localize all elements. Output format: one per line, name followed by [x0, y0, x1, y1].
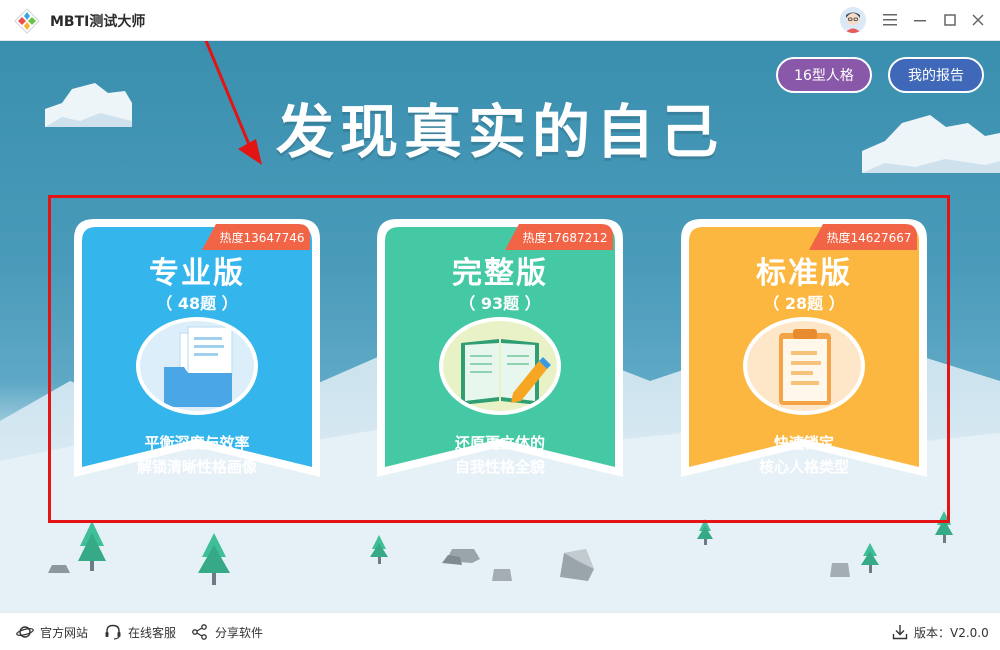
red-arrow-annotation	[204, 41, 262, 165]
main-panel: 发现真实的自己 16型人格 我的报告 热度13647746 专业版 （ 48题 …	[0, 41, 1000, 612]
card-complete[interactable]: 热度17687212 完整版 （ 93题 ） 还原更立体的 自我性格全貌	[377, 219, 623, 487]
footer-bar: 官方网站 在线客服 分享软件 版本：V2.0.0	[0, 612, 1000, 650]
card-icon-circle	[743, 317, 865, 415]
card-title: 标准版	[756, 256, 852, 291]
card-title: 完整版	[452, 256, 548, 291]
close-button[interactable]	[967, 9, 989, 31]
card-question-count: （ 93题 ）	[459, 294, 541, 313]
menu-button[interactable]	[879, 9, 901, 31]
heat-badge: 热度14627667	[809, 224, 917, 250]
card-professional[interactable]: 热度13647746 专业版 （ 48题 ） 平衡深度与效率 解锁清晰性格画像	[74, 219, 320, 487]
app-title: MBTI测试大师	[50, 14, 146, 30]
page-headline: 发现真实的自己	[275, 98, 724, 166]
minimize-icon	[914, 20, 926, 22]
avatar-face-icon	[840, 7, 866, 33]
headset-icon	[105, 624, 121, 640]
minimize-button[interactable]	[909, 9, 931, 31]
close-icon	[972, 14, 984, 26]
card-standard[interactable]: 热度14627667 标准版 （ 28题 ） 快速锁定 核心人格类型	[681, 219, 927, 487]
user-avatar[interactable]	[840, 7, 866, 33]
clipboard-icon	[779, 329, 831, 405]
card-question-count: （ 28题 ）	[763, 294, 845, 313]
card-description: 还原更立体的 自我性格全貌	[454, 434, 545, 476]
share-software-link[interactable]: 分享软件	[191, 623, 263, 641]
card-description: 快速锁定 核心人格类型	[758, 434, 849, 476]
folder-documents-icon	[164, 326, 233, 407]
card-question-count: （ 48题 ）	[156, 294, 238, 313]
heat-badge: 热度13647746	[202, 224, 310, 250]
download-icon	[892, 625, 908, 640]
official-website-link[interactable]: 官方网站	[16, 623, 88, 641]
my-report-button[interactable]: 我的报告	[888, 57, 984, 93]
card-title: 专业版	[149, 256, 245, 291]
card-icon-circle	[136, 317, 258, 415]
share-icon	[192, 624, 207, 640]
card-icon-circle	[439, 317, 561, 415]
open-book-pen-icon	[461, 339, 551, 405]
card-description: 平衡深度与效率 解锁清晰性格画像	[136, 434, 257, 476]
app-logo-icon	[14, 8, 40, 34]
maximize-icon	[944, 14, 956, 26]
title-bar: MBTI测试大师	[0, 0, 1000, 41]
heat-badge: 热度17687212	[505, 224, 613, 250]
version-info[interactable]: 版本：V2.0.0	[892, 623, 989, 641]
online-service-link[interactable]: 在线客服	[104, 623, 176, 641]
maximize-button[interactable]	[939, 9, 961, 31]
planet-icon	[16, 626, 34, 638]
hamburger-menu-icon	[883, 14, 897, 26]
mbti-16-types-button[interactable]: 16型人格	[776, 57, 872, 93]
